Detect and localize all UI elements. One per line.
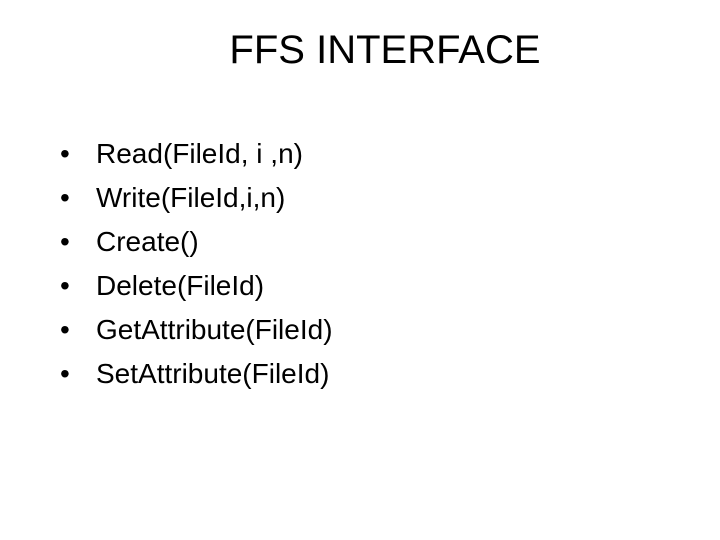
bullet-text: GetAttribute(FileId) bbox=[96, 309, 680, 351]
bullet-icon: • bbox=[60, 221, 96, 263]
bullet-text: SetAttribute(FileId) bbox=[96, 353, 680, 395]
slide: FFS INTERFACE • Read(FileId, i ,n) • Wri… bbox=[0, 0, 720, 540]
list-item: • GetAttribute(FileId) bbox=[60, 309, 680, 351]
bullet-text: Create() bbox=[96, 221, 680, 263]
list-item: • Read(FileId, i ,n) bbox=[60, 133, 680, 175]
bullet-icon: • bbox=[60, 177, 96, 219]
slide-title: FFS INTERFACE bbox=[90, 28, 680, 73]
bullet-text: Delete(FileId) bbox=[96, 265, 680, 307]
bullet-text: Read(FileId, i ,n) bbox=[96, 133, 680, 175]
list-item: • Delete(FileId) bbox=[60, 265, 680, 307]
list-item: • Create() bbox=[60, 221, 680, 263]
bullet-icon: • bbox=[60, 133, 96, 175]
bullet-icon: • bbox=[60, 265, 96, 307]
bullet-text: Write(FileId,i,n) bbox=[96, 177, 680, 219]
list-item: • SetAttribute(FileId) bbox=[60, 353, 680, 395]
bullet-icon: • bbox=[60, 309, 96, 351]
list-item: • Write(FileId,i,n) bbox=[60, 177, 680, 219]
bullet-icon: • bbox=[60, 353, 96, 395]
bullet-list: • Read(FileId, i ,n) • Write(FileId,i,n)… bbox=[40, 133, 680, 395]
